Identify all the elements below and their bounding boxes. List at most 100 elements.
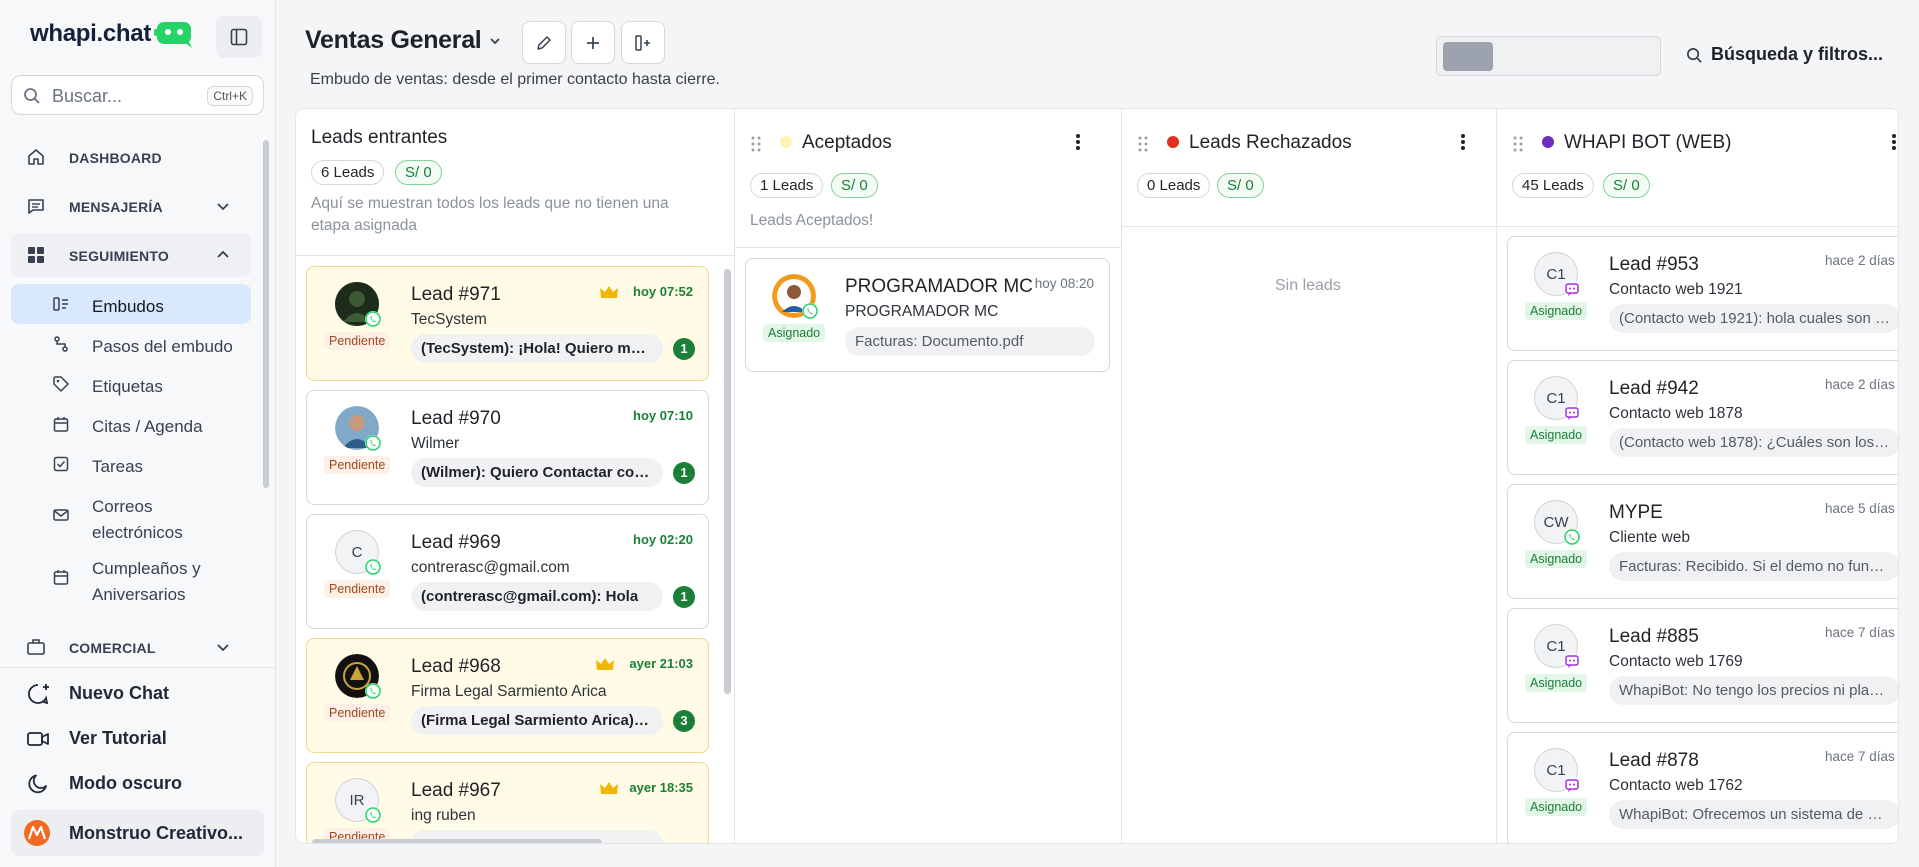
board-horizontal-scrollbar[interactable] [312, 839, 602, 843]
lead-time: hace 2 días [1825, 253, 1895, 268]
profile-label: Monstruo Creativo... [69, 823, 244, 843]
crown-icon [600, 286, 618, 298]
kebab-menu-icon[interactable] [1891, 133, 1897, 151]
plus-icon [587, 36, 599, 49]
lead-card[interactable]: Pendiente Lead #970 hoy 07:10 Wilmer (Wi… [306, 390, 709, 505]
nav-dashboard[interactable]: DASHBOARD [11, 135, 251, 179]
video-icon [27, 732, 49, 746]
whatsapp-icon [365, 559, 381, 575]
message-icon [28, 199, 44, 214]
column-leads-entrantes: Leads entrantes 6 Leads S/ 0 Aquí se mue… [296, 109, 735, 843]
nav-mensajeria-label: MENSAJERÍA [69, 199, 163, 215]
drag-handle-icon[interactable] [1138, 136, 1148, 152]
drag-handle-icon[interactable] [751, 136, 761, 152]
lead-count-badge: 6 Leads [311, 160, 385, 185]
lead-count-badge: 0 Leads [1137, 173, 1211, 198]
tutorial-button[interactable]: Ver Tutorial [11, 716, 264, 760]
brand-logo[interactable]: whapi.chat [30, 20, 151, 48]
sidebar-scrollbar[interactable] [263, 140, 269, 488]
whatsapp-icon [1564, 529, 1580, 545]
column-description: Aquí se muestran todos los leads que no … [311, 195, 669, 234]
lead-card[interactable]: Pendiente Lead #968 ayer 21:03 Firma Leg… [306, 638, 709, 753]
new-chat-button[interactable]: Nuevo Chat [11, 671, 264, 715]
dark-mode-label: Modo oscuro [69, 773, 182, 793]
column-description: Leads Aceptados! [750, 212, 874, 229]
lead-card[interactable]: Pendiente Lead #971 hoy 07:52 TecSystem … [306, 266, 709, 381]
sidebar-item-citas[interactable]: Citas / Agenda [11, 404, 251, 444]
unread-count-badge: 1 [673, 338, 695, 360]
sidebar-item-cumpleanos[interactable]: Cumpleaños y Aniversarios [11, 546, 251, 608]
sidebar: whapi.chat Buscar... Ctrl+K DASHBOARD ME… [0, 0, 276, 867]
calendar-icon [53, 570, 69, 585]
view-toggle[interactable] [1436, 36, 1661, 76]
lead-card[interactable]: IR Pendiente Lead #967 ayer 18:35 ing ru… [306, 762, 709, 843]
column-title: WHAPI BOT (WEB) [1564, 132, 1732, 153]
sidebar-item-label: Cumpleaños y Aniversarios [92, 559, 201, 604]
lead-time: hoy 07:10 [633, 408, 693, 423]
lead-title: Lead #878 [1609, 750, 1699, 771]
add-column-button[interactable] [621, 21, 665, 64]
lead-time: hace 7 días [1825, 749, 1895, 764]
column-aceptados: Aceptados 1 Leads S/ 0 Leads Aceptados! … [735, 109, 1122, 843]
lead-contact: ing ruben [411, 807, 476, 824]
page-title[interactable]: Ventas General [305, 26, 482, 55]
tag-icon [53, 376, 69, 392]
lead-card[interactable]: CW Asignado MYPE hace 5 días Cliente web… [1507, 484, 1898, 599]
lead-card[interactable]: C Pendiente Lead #969 hoy 02:20 contrera… [306, 514, 709, 629]
lead-last-message: (Contacto web 1878): ¿Cuáles son los pre… [1609, 428, 1898, 457]
bot-chat-icon [1564, 281, 1580, 297]
nav-dashboard-label: DASHBOARD [69, 150, 162, 166]
calendar-icon [53, 417, 69, 432]
profile-button[interactable]: Monstruo Creativo... [11, 810, 264, 856]
search-input[interactable]: Buscar... Ctrl+K [11, 75, 264, 115]
sidebar-item-etiquetas[interactable]: Etiquetas [11, 364, 251, 404]
lead-card[interactable]: Asignado PROGRAMADOR MC hoy 08:20 PROGRA… [745, 258, 1110, 372]
lead-card[interactable]: C1 Asignado Lead #953 hace 2 días Contac… [1507, 236, 1898, 351]
bot-chat-icon [1564, 653, 1580, 669]
sidebar-item-correos[interactable]: Correos electrónicos [11, 484, 251, 546]
kebab-menu-icon[interactable] [1460, 133, 1466, 151]
edit-board-button[interactable] [522, 21, 566, 64]
lead-card[interactable]: C1 Asignado Lead #942 hace 2 días Contac… [1507, 360, 1898, 475]
status-badge: Asignado [763, 324, 826, 342]
lead-count-badge: 1 Leads [750, 173, 824, 198]
lead-card[interactable]: C1 Asignado Lead #885 hace 7 días Contac… [1507, 608, 1898, 723]
lead-time: ayer 18:35 [629, 780, 693, 795]
drag-handle-icon[interactable] [1513, 136, 1523, 152]
sidebar-item-label: Pasos del embudo [92, 337, 233, 356]
kebab-menu-icon[interactable] [1075, 133, 1081, 151]
funnel-icon [53, 297, 68, 311]
unread-count-badge: 1 [673, 586, 695, 608]
column-scrollbar[interactable] [724, 269, 731, 694]
lead-contact: TecSystem [411, 311, 487, 328]
company-avatar [24, 820, 50, 846]
sidebar-item-pasos[interactable]: Pasos del embudo [11, 324, 251, 364]
sidebar-item-label: Correos electrónicos [92, 497, 183, 542]
search-filters-label: Búsqueda y filtros... [1711, 44, 1884, 64]
column-color-dot [1542, 136, 1554, 148]
sidebar-toggle-button[interactable] [216, 16, 262, 58]
lead-contact: Contacto web 1769 [1609, 653, 1743, 670]
lead-title: Lead #968 [411, 656, 501, 677]
dark-mode-button[interactable]: Modo oscuro [11, 761, 264, 805]
logo-row: whapi.chat [0, 0, 276, 70]
lead-card[interactable]: C1 Asignado Lead #878 hace 7 días Contac… [1507, 732, 1898, 843]
add-board-button[interactable] [571, 21, 615, 64]
nav-mensajeria[interactable]: MENSAJERÍA [11, 184, 251, 228]
unread-count-badge: 3 [673, 710, 695, 732]
sidebar-item-label: Embudos [92, 297, 164, 316]
nav-comercial[interactable]: COMERCIAL [11, 625, 251, 655]
lead-time: hace 2 días [1825, 377, 1895, 392]
sidebar-item-embudos[interactable]: Embudos [11, 284, 251, 324]
amount-badge: S/ 0 [395, 160, 442, 185]
steps-icon [54, 336, 68, 352]
nav-seguimiento[interactable]: SEGUIMIENTO [11, 233, 251, 277]
sidebar-item-tareas[interactable]: Tareas [11, 444, 251, 484]
status-badge: Asignado [1525, 674, 1588, 692]
status-badge: Pendiente [324, 456, 391, 474]
lead-time: hace 5 días [1825, 501, 1895, 516]
chevron-down-icon[interactable] [488, 34, 502, 48]
crown-icon [596, 658, 614, 670]
tutorial-label: Ver Tutorial [69, 728, 167, 748]
amount-badge: S/ 0 [1217, 173, 1264, 198]
